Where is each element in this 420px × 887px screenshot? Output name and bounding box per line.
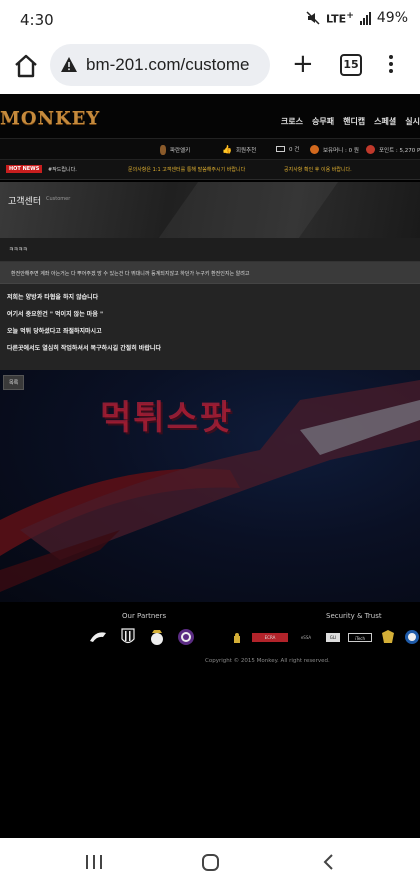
thumbs-up-icon: 👍	[222, 145, 232, 154]
nav-item-win-draw-lose[interactable]: 승무패	[312, 116, 334, 127]
gambling-commission-logo	[382, 630, 394, 643]
home-button-icon[interactable]	[202, 854, 219, 871]
browser-toolbar: bm-201.com/custome + 15	[0, 40, 420, 94]
post-title: ㅋㅋㅋㅋ	[9, 247, 28, 253]
page-banner: 고객센터 Customer	[0, 182, 420, 238]
tab-switcher-button[interactable]: 15	[340, 54, 362, 76]
site-footer: Our Partners Security & Trust ECRA eSSA …	[0, 602, 420, 838]
anderlecht-logo	[178, 629, 194, 645]
home-icon[interactable]	[12, 52, 40, 80]
juventus-logo	[121, 628, 135, 644]
answer-line: 오늘 먹튀 당하셨다고 좌절하지마시고	[7, 328, 102, 335]
system-nav-bar	[0, 838, 420, 887]
answer-line: 다른곳에서도 열심히 작업하셔서 복구하시길 간절히 바랍니다	[7, 345, 161, 352]
new-tab-icon[interactable]: +	[292, 50, 314, 78]
mute-icon	[306, 11, 320, 25]
warning-icon[interactable]	[60, 56, 78, 73]
answer-line: 저희는 양방과 타협을 하지 않습니다	[7, 294, 99, 301]
messages-link[interactable]: 0 건	[276, 145, 299, 153]
web-page: MONKEY 크로스 승무패 핸디캡 스페셜 실시 파란엘키 👍 회원추천 0 …	[0, 94, 420, 838]
level-icon	[160, 145, 166, 155]
real-madrid-logo	[151, 630, 163, 645]
user-info-bar: 파란엘키 👍 회원추천 0 건 보유머니 : 0 원 포인트 : 5,270 P	[0, 138, 420, 160]
more-menu-icon[interactable]	[388, 52, 394, 78]
main-nav: 크로스 승무패 핸디캡 스페셜 실시	[281, 116, 420, 127]
news-item[interactable]: #작드립니다.	[48, 166, 77, 173]
security-seal-logo	[234, 633, 240, 643]
content-background: 목록 먹튀스팟	[0, 370, 420, 602]
news-ticker: HOT NEWS #작드립니다. 문의사항은 1:1 고객센터를 통해 말씀해주…	[0, 160, 420, 180]
page-title: 고객센터	[8, 197, 42, 207]
question-text: 환전안해주면 계좌 아는거는 다 뿌어주겠 망 수 있는건 다 뛰대니까 등계되…	[11, 271, 250, 277]
news-item[interactable]: 공지사항 확인 후 이용 바랍니다.	[284, 166, 352, 173]
motogp-logo	[90, 632, 106, 642]
recent-apps-icon[interactable]	[86, 855, 102, 869]
itech-logo: iTech	[348, 633, 372, 642]
coin-icon	[310, 145, 319, 154]
post-title-bar: ㅋㅋㅋㅋ	[0, 238, 420, 262]
status-indicators: LTE+ 49%	[306, 10, 408, 26]
points-display: 포인트 : 5,270 P	[366, 145, 420, 154]
news-item[interactable]: 문의사항은 1:1 고객센터를 통해 말씀해주시기 바랍니다	[128, 166, 245, 173]
hot-news-badge: HOT NEWS	[6, 165, 43, 173]
address-bar[interactable]: bm-201.com/custome	[50, 44, 270, 86]
site-logo[interactable]: MONKEY	[0, 108, 100, 129]
signal-icon	[359, 11, 371, 25]
copyright-text: Copyright © 2015 Monkey. All right reser…	[205, 658, 330, 664]
nav-item-handicap[interactable]: 핸디캡	[343, 116, 365, 127]
gli-logo: GLI	[326, 633, 340, 642]
world-lottery-logo	[405, 630, 419, 644]
recommend-link[interactable]: 👍 회원추천	[222, 145, 256, 154]
money-display: 보유머니 : 0 원	[310, 145, 359, 154]
list-button[interactable]: 목록	[3, 375, 25, 390]
status-bar: 4:30 LTE+ 49%	[0, 0, 420, 40]
page-subtitle: Customer	[46, 196, 71, 202]
answer-line: 여기서 중요한건 " 먹이지 않는 마음 "	[7, 311, 104, 318]
watermark-logo: 먹튀스팟	[100, 398, 234, 438]
back-icon[interactable]	[322, 854, 334, 870]
ecra-logo: ECRA	[252, 633, 288, 642]
nav-item-live[interactable]: 실시	[405, 116, 420, 127]
partners-title: Our Partners	[122, 612, 167, 620]
nav-item-cross[interactable]: 크로스	[281, 116, 303, 127]
user-level: 파란엘키	[160, 145, 190, 155]
battery-level: 49%	[376, 10, 408, 26]
essa-logo: eSSA	[300, 635, 312, 640]
url-text[interactable]: bm-201.com/custome	[86, 55, 249, 75]
post-question: 환전안해주면 계좌 아는거는 다 뿌어주겠 망 수 있는건 다 뛰대니까 등계되…	[0, 262, 420, 284]
security-title: Security & Trust	[326, 612, 382, 620]
post-answer: 저희는 양방과 타협을 하지 않습니다 여기서 중요한건 " 먹이지 않는 마음…	[0, 284, 420, 370]
nav-item-special[interactable]: 스페셜	[374, 116, 396, 127]
network-type: LTE+	[325, 10, 354, 26]
points-icon	[366, 145, 375, 154]
status-time: 4:30	[20, 11, 54, 29]
mail-icon	[276, 146, 285, 152]
site-header: MONKEY 크로스 승무패 핸디캡 스페셜 실시	[0, 94, 420, 138]
